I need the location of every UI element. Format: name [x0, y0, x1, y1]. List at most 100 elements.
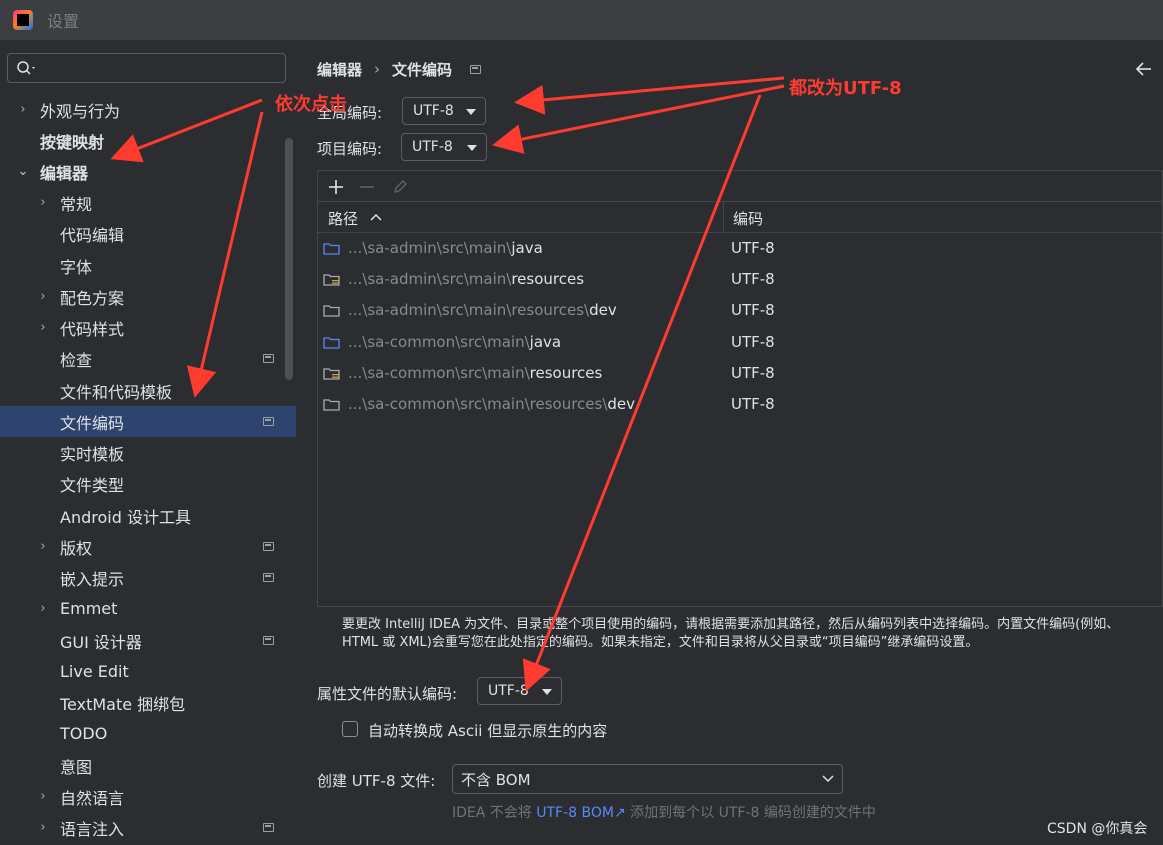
table-row[interactable]: ...\sa-common\src\main\resources UTF-8 — [318, 358, 1162, 389]
intellij-logo-icon — [13, 10, 33, 30]
global-encoding-value: UTF-8 — [413, 103, 454, 119]
project-level-icon — [263, 823, 274, 832]
sidebar-item-code-style[interactable]: › 代码样式 — [0, 312, 296, 343]
sidebar-item-label: 嵌入提示 — [60, 569, 125, 589]
sidebar-item-label: 自然语言 — [60, 788, 125, 808]
path-cell: ...\sa-admin\src\main\java — [348, 239, 543, 257]
table-row[interactable]: ...\sa-common\src\main\resources\dev UTF… — [318, 389, 1162, 420]
sidebar-item-live-templates[interactable]: 实时模板 — [0, 437, 296, 468]
ascii-conversion-label[interactable]: 自动转换成 Ascii 但显示原生的内容 — [368, 720, 607, 741]
chevron-right-icon[interactable]: › — [36, 539, 50, 554]
dropdown-caret-icon — [467, 145, 477, 151]
encoding-cell: UTF-8 — [731, 270, 775, 288]
chevron-right-icon[interactable]: › — [16, 102, 30, 117]
chevron-right-icon[interactable]: › — [36, 789, 50, 804]
add-icon[interactable] — [326, 177, 346, 197]
sidebar-item-editor[interactable]: ⌄ 编辑器 — [0, 156, 296, 187]
description-line-1: 要更改 IntelliJ IDEA 为文件、目录或整个项目使用的编码，请根据需要… — [342, 617, 1120, 632]
sidebar-item-label: 配色方案 — [60, 288, 125, 308]
back-arrow-icon[interactable] — [1134, 60, 1154, 78]
chevron-down-icon — [822, 775, 834, 783]
sidebar-item-emmet[interactable]: › Emmet — [0, 593, 296, 624]
ascii-conversion-checkbox[interactable] — [342, 721, 358, 737]
chevron-down-icon[interactable]: ⌄ — [16, 164, 30, 179]
sidebar-item-font[interactable]: 字体 — [0, 250, 296, 281]
sidebar-item-live-edit[interactable]: Live Edit — [0, 656, 296, 687]
sidebar-item-appearance[interactable]: › 外观与行为 — [0, 94, 296, 125]
sidebar-item-code-editing[interactable]: 代码编辑 — [0, 218, 296, 249]
sidebar-item-file-encodings[interactable]: 文件编码 — [0, 406, 296, 437]
sidebar-item-label: 语言注入 — [60, 819, 125, 839]
csdn-watermark: CSDN @你真会 — [1047, 821, 1148, 837]
sidebar-item-language-injections[interactable]: › 语言注入 — [0, 812, 296, 843]
chevron-right-icon[interactable]: › — [36, 820, 50, 835]
sidebar-item-label: 实时模板 — [60, 444, 125, 464]
search-icon — [17, 61, 35, 75]
external-link-icon[interactable]: ↗ — [614, 805, 626, 821]
sidebar-item-color-scheme[interactable]: › 配色方案 — [0, 281, 296, 312]
table-row[interactable]: ...\sa-admin\src\main\java UTF-8 — [318, 233, 1162, 264]
properties-encoding-select[interactable]: UTF-8 — [477, 677, 562, 705]
column-header-path[interactable]: 路径 — [328, 208, 358, 229]
sidebar-item-label: 编辑器 — [40, 163, 89, 183]
sidebar-item-label: GUI 设计器 — [60, 632, 142, 652]
sidebar-item-inspections[interactable]: 检查 — [0, 343, 296, 374]
sidebar-item-label: Emmet — [60, 599, 118, 618]
sidebar-item-label: Android 设计工具 — [60, 507, 191, 527]
path-cell: ...\sa-common\src\main\resources — [348, 364, 603, 382]
sidebar-item-copyright[interactable]: › 版权 — [0, 531, 296, 562]
sidebar-item-label: 代码样式 — [60, 319, 125, 339]
project-level-icon — [263, 354, 274, 363]
remove-icon[interactable] — [357, 177, 377, 197]
edit-icon[interactable] — [390, 177, 410, 197]
project-level-icon — [263, 542, 274, 551]
chevron-right-icon[interactable]: › — [36, 195, 50, 210]
column-header-encoding[interactable]: 编码 — [733, 208, 763, 229]
sidebar-item-textmate-bundles[interactable]: TextMate 捆绑包 — [0, 687, 296, 718]
sidebar-item-inlay-hints[interactable]: 嵌入提示 — [0, 562, 296, 593]
utf8-bom-link[interactable]: UTF-8 BOM — [536, 805, 614, 821]
global-encoding-select[interactable]: UTF-8 — [402, 97, 486, 125]
sidebar-item-label: 版权 — [60, 538, 93, 558]
annotation-change-all: 都改为UTF-8 — [789, 78, 902, 99]
column-divider[interactable] — [723, 202, 724, 233]
breadcrumb-current: 文件编码 — [392, 60, 453, 79]
encoding-cell: UTF-8 — [731, 239, 775, 257]
path-cell: ...\sa-admin\src\main\resources\dev — [348, 301, 617, 319]
encoding-cell: UTF-8 — [731, 395, 775, 413]
project-encoding-select[interactable]: UTF-8 — [401, 133, 487, 161]
sidebar-item-gui-designer[interactable]: GUI 设计器 — [0, 625, 296, 656]
sidebar-item-keymap[interactable]: 按键映射 — [0, 125, 296, 156]
description-line-2: HTML 或 XML)会重写您在此处指定的编码。如果未指定，文件和目录将从父目录… — [342, 635, 979, 650]
source-folder-icon — [323, 337, 340, 349]
sort-ascending-icon[interactable] — [370, 213, 382, 221]
sidebar-item-file-templates[interactable]: 文件和代码模板 — [0, 375, 296, 406]
breadcrumb-parent[interactable]: 编辑器 — [317, 59, 362, 80]
table-row[interactable]: ...\sa-admin\src\main\resources\dev UTF-… — [318, 295, 1162, 326]
sidebar-item-file-types[interactable]: 文件类型 — [0, 468, 296, 499]
sidebar-item-label: Live Edit — [60, 662, 129, 681]
sidebar-item-general[interactable]: › 常规 — [0, 187, 296, 218]
sidebar-item-intentions[interactable]: 意图 — [0, 750, 296, 781]
bom-select[interactable]: 不含 BOM — [452, 764, 843, 794]
encoding-description: 要更改 IntelliJ IDEA 为文件、目录或整个项目使用的编码，请根据需要… — [342, 616, 1163, 652]
chevron-right-icon[interactable]: › — [36, 289, 50, 304]
source-folder-icon — [323, 243, 340, 255]
chevron-right-icon[interactable]: › — [36, 320, 50, 335]
table-row[interactable]: ...\sa-common\src\main\java UTF-8 — [318, 327, 1162, 358]
sidebar-item-label: 文件编码 — [60, 413, 125, 433]
path-cell: ...\sa-common\src\main\java — [348, 333, 562, 351]
search-input[interactable] — [7, 53, 286, 83]
encoding-cell: UTF-8 — [731, 301, 775, 319]
dropdown-caret-icon — [466, 109, 476, 115]
sidebar-item-android-design-tools[interactable]: Android 设计工具 — [0, 500, 296, 531]
sidebar-item-label: 文件和代码模板 — [60, 382, 173, 402]
encoding-cell: UTF-8 — [731, 333, 775, 351]
sidebar-item-natural-languages[interactable]: › 自然语言 — [0, 781, 296, 812]
chevron-right-icon[interactable]: › — [36, 601, 50, 616]
table-row[interactable]: ...\sa-admin\src\main\resources UTF-8 — [318, 264, 1162, 295]
sidebar-item-label: TODO — [60, 724, 108, 743]
folder-icon — [323, 399, 340, 411]
sidebar-item-todo[interactable]: TODO — [0, 718, 296, 749]
resources-folder-icon — [323, 368, 340, 380]
